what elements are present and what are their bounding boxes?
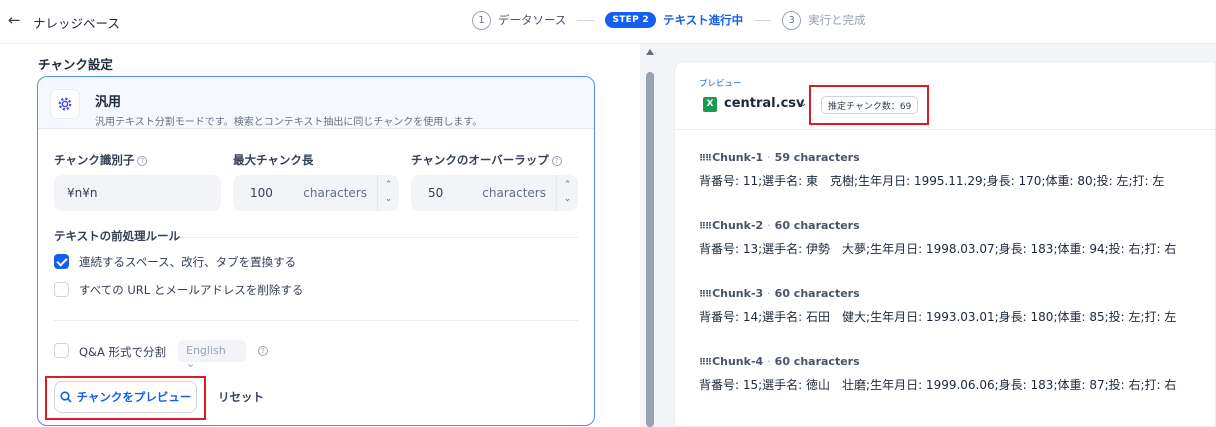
grid-icon: ⠿⠿ [699,154,712,164]
grid-icon: ⠿⠿ [699,358,712,368]
help-icon: ? [137,155,148,166]
chunk-text: 背番号: 15;選手名: 徳山 壮磨;生年月日: 1999.06.06;身長: … [699,378,1177,392]
max-length-input[interactable]: 100 characters ⌃ ⌄ [233,175,399,211]
preview-panel: プレビュー X central.csv ⌄ 推定チャンク数：69 ⠿⠿Chunk… [674,61,1216,427]
chunk-item: ⠿⠿Chunk-4 · 60 characters 背番号: 15;選手名: 徳山 … [699,355,1177,392]
step-2-label: テキスト進行中 [663,13,744,27]
step-3-label: 実行と完成 [808,13,866,27]
overlap-stepper[interactable]: ⌃ ⌄ [556,175,578,211]
chunk-settings-panel: チャンク設定 汎用 汎用テキスト分割モードです。検索とコンテキスト抽出に同じチャ… [0,44,640,427]
step-1-number: 1 [472,10,491,30]
section-title: チャンク設定 [38,57,113,72]
preview-header: プレビュー X central.csv ⌄ 推定チャンク数：69 [675,62,1215,130]
remove-urls-label[interactable]: すべての URL とメールアドレスを削除する [79,282,303,298]
highlight-box-estimate [809,85,929,125]
qa-language-select[interactable]: English ⌄ [178,340,246,370]
identifier-input[interactable]: ¥n¥n [54,175,221,211]
highlight-box-preview-button [45,376,206,420]
file-name[interactable]: central.csv [724,96,805,111]
mode-title: 汎用 [95,95,122,110]
chunk-text: 背番号: 14;選手名: 石田 健大;生年月日: 1993.03.01;身長: … [699,310,1177,324]
chunk-item: ⠿⠿Chunk-2 · 60 characters 背番号: 13;選手名: 伊勢 … [699,219,1177,256]
general-mode-card[interactable]: 汎用 汎用テキスト分割モードです。検索とコンテキスト抽出に同じチャンクを使用しま… [37,76,595,426]
chunk-text: 背番号: 11;選手名: 東 克樹;生年月日: 1995.11.29;身長: 1… [699,174,1165,188]
chunk-item: ⠿⠿Chunk-1 · 59 characters 背番号: 11;選手名: 東 克… [699,151,1165,188]
help-icon: ? [258,346,268,356]
replace-whitespace-label[interactable]: 連続するスペース、改行、タブを置換する [79,254,296,270]
mode-card-header: 汎用 汎用テキスト分割モードです。検索とコンテキスト抽出に同じチャンクを使用しま… [38,77,594,129]
max-length-stepper[interactable]: ⌃ ⌄ [377,175,399,211]
back-arrow-icon[interactable]: ← [8,11,21,29]
help-icon: ? [551,155,562,166]
gear-icon [50,89,80,119]
grid-icon: ⠿⠿ [699,290,712,300]
chevron-down-icon[interactable]: ⌄ [799,98,807,109]
step-1-label: データソース [498,13,567,27]
identifier-label: チャンク識別子? [54,152,148,168]
qa-split-label[interactable]: Q&A 形式で分割 [79,344,166,360]
divider [180,237,578,238]
scrollbar[interactable] [640,44,660,427]
chunk-item: ⠿⠿Chunk-3 · 60 characters 背番号: 14;選手名: 石田 … [699,287,1177,324]
step-3-number: 3 [782,10,802,30]
excel-file-icon: X [703,97,717,112]
mode-description: 汎用テキスト分割モードです。検索とコンテキスト抽出に同じチャンクを使用します。 [95,117,483,128]
preprocess-title: テキストの前処理ルール [54,229,181,243]
preview-label: プレビュー [699,79,742,89]
overlap-input[interactable]: 50 characters ⌃ ⌄ [411,175,578,211]
scrollbar-thumb[interactable] [646,72,654,427]
page-title: ナレッジベース [33,16,120,31]
overlap-label: チャンクのオーバーラップ? [411,152,562,168]
scroll-up-arrow-icon[interactable] [646,49,654,55]
max-length-label: 最大チャンク長 [233,153,314,167]
chevron-down-icon: ⌄ [186,357,196,370]
remove-urls-checkbox[interactable] [54,282,69,297]
qa-split-checkbox[interactable] [54,343,69,358]
replace-whitespace-checkbox[interactable] [54,254,69,269]
reset-button[interactable]: リセット [218,389,264,405]
divider [54,320,578,321]
step-separator [754,19,772,21]
step-separator [577,19,595,21]
step-2-badge: STEP 2 [605,12,656,28]
chunk-text: 背番号: 13;選手名: 伊勢 大夢;生年月日: 1998.03.07;身長: … [699,242,1177,256]
top-bar: ← ナレッジベース 1 データソース STEP 2 テキスト進行中 3 実行と完… [0,0,1216,44]
step-indicator: 1 データソース STEP 2 テキスト進行中 3 実行と完成 [472,9,866,31]
grid-icon: ⠿⠿ [699,222,712,232]
